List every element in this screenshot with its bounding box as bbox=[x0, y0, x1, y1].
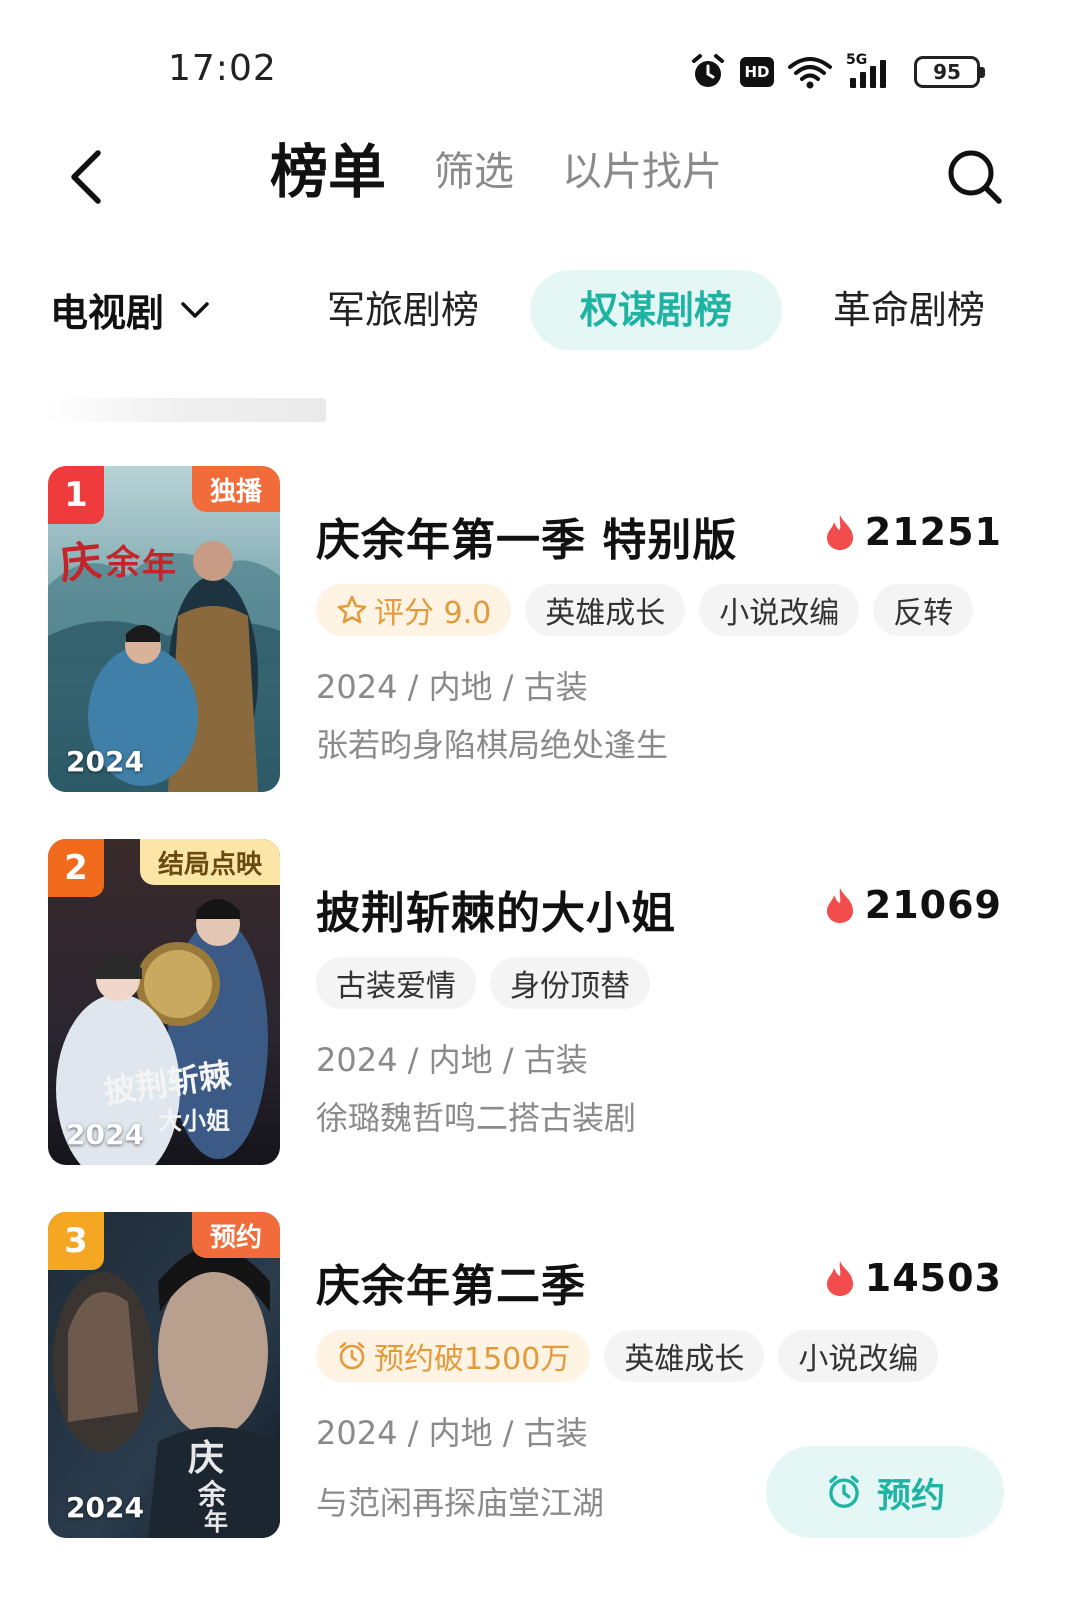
alarm-icon bbox=[690, 53, 726, 91]
list-item[interactable]: 庆 余 年 1 独播 2024 庆余年第一季 特别版 21251 评分 9.0 … bbox=[0, 466, 1080, 796]
poster-year: 2024 bbox=[66, 1491, 144, 1524]
heat-value: 14503 bbox=[864, 1256, 1002, 1300]
genre-tag[interactable]: 英雄成长 bbox=[604, 1330, 765, 1382]
svg-text:庆: 庆 bbox=[57, 536, 104, 589]
item-description: 徐璐魏哲鸣二搭古装剧 bbox=[316, 1099, 637, 1137]
heat-score: 14503 bbox=[825, 1256, 1002, 1300]
heat-value: 21251 bbox=[864, 510, 1002, 554]
svg-text:年: 年 bbox=[204, 1507, 228, 1536]
item-description: 与范闲再探庙堂江湖 bbox=[316, 1484, 605, 1522]
item-meta: 2024 / 内地 / 古装 bbox=[316, 668, 588, 706]
category-row: 电视剧 军旅剧榜 权谋剧榜 革命剧榜 bbox=[0, 262, 1080, 358]
search-button[interactable] bbox=[940, 142, 1010, 212]
list-item[interactable]: 披荆斩棘 大小姐 2 结局点映 2024 披荆斩棘的大小姐 21069 古装爱情… bbox=[0, 839, 1080, 1169]
category-tab-revolution[interactable]: 革命剧榜 bbox=[814, 270, 1004, 350]
tag-list: 预约破1500万 英雄成长 小说改编 bbox=[316, 1330, 939, 1382]
tag-list: 古装爱情 身份顶替 bbox=[316, 957, 650, 1009]
nav-tabs: 榜单 筛选 以片找片 bbox=[270, 136, 722, 208]
battery-icon: 95 bbox=[914, 56, 985, 88]
genre-tag[interactable]: 英雄成长 bbox=[525, 584, 686, 636]
item-meta: 2024 / 内地 / 古装 bbox=[316, 1041, 588, 1079]
genre-tag[interactable]: 身份顶替 bbox=[490, 957, 650, 1009]
category-dropdown-label: 电视剧 bbox=[50, 291, 165, 335]
tab-filter[interactable]: 筛选 bbox=[434, 136, 514, 208]
status-icons: HD 5G 95 bbox=[690, 50, 985, 94]
svg-text:年: 年 bbox=[142, 547, 176, 587]
genre-tag[interactable]: 古装爱情 bbox=[316, 957, 476, 1009]
finale-screening-badge: 结局点映 bbox=[139, 839, 280, 885]
tab-find-by-film[interactable]: 以片找片 bbox=[562, 136, 722, 208]
svg-text:余: 余 bbox=[105, 543, 141, 583]
svg-text:大小姐: 大小姐 bbox=[158, 1106, 230, 1135]
hd-icon: HD bbox=[740, 57, 774, 87]
item-description: 张若昀身陷棋局绝处逢生 bbox=[316, 726, 669, 764]
flame-icon bbox=[826, 1261, 853, 1296]
heat-score: 21069 bbox=[825, 883, 1002, 927]
wifi-icon bbox=[788, 55, 832, 89]
tab-ranking[interactable]: 榜单 bbox=[270, 136, 386, 208]
genre-tag[interactable]: 小说改编 bbox=[699, 584, 860, 636]
item-title[interactable]: 庆余年第一季 特别版 bbox=[316, 504, 737, 568]
rank-badge: 3 bbox=[48, 1212, 104, 1270]
scroll-fade-strip bbox=[44, 398, 326, 422]
chevron-left-icon bbox=[71, 150, 101, 204]
item-title[interactable]: 披荆斩棘的大小姐 bbox=[316, 877, 676, 941]
star-icon bbox=[337, 595, 367, 624]
item-title[interactable]: 庆余年第二季 bbox=[316, 1250, 586, 1314]
back-button[interactable] bbox=[56, 142, 116, 212]
flame-icon bbox=[826, 515, 853, 550]
poster-image[interactable]: 庆 余 年 1 独播 2024 bbox=[48, 466, 280, 792]
poster-image[interactable]: 披荆斩棘 大小姐 2 结局点映 2024 bbox=[48, 839, 280, 1165]
flame-icon bbox=[826, 888, 853, 923]
rank-badge: 2 bbox=[48, 839, 104, 897]
genre-tag[interactable]: 反转 bbox=[873, 584, 974, 636]
clock-icon bbox=[339, 1342, 365, 1370]
search-icon bbox=[948, 150, 1002, 204]
category-tab-military[interactable]: 军旅剧榜 bbox=[310, 270, 496, 350]
heat-value: 21069 bbox=[864, 883, 1002, 927]
5g-signal-icon: 5G bbox=[846, 52, 900, 92]
tag-list: 评分 9.0 英雄成长 小说改编 反转 bbox=[316, 584, 974, 636]
alarm-clock-icon bbox=[829, 1475, 859, 1508]
exclusive-badge: 独播 bbox=[191, 466, 280, 512]
rating-tag[interactable]: 评分 9.0 bbox=[316, 584, 512, 636]
top-nav: 榜单 筛选 以片找片 bbox=[0, 120, 1080, 240]
category-dropdown[interactable]: 电视剧 bbox=[50, 282, 210, 337]
reservation-count-tag[interactable]: 预约破1500万 bbox=[316, 1330, 591, 1382]
rating-tag-label: 评分 9.0 bbox=[374, 596, 492, 631]
chevron-down-icon bbox=[181, 301, 209, 318]
heat-score: 21251 bbox=[825, 510, 1002, 554]
status-bar: 17:02 HD 5G 95 bbox=[0, 0, 1080, 120]
status-time: 17:02 bbox=[168, 48, 277, 89]
reservation-count-label: 预约破1500万 bbox=[374, 1342, 571, 1377]
reserve-button[interactable]: 预约 bbox=[766, 1446, 1004, 1538]
poster-year: 2024 bbox=[66, 1118, 144, 1151]
rank-badge: 1 bbox=[48, 466, 104, 524]
poster-image[interactable]: 庆 余 年 3 预约 2024 bbox=[48, 1212, 280, 1538]
genre-tag[interactable]: 小说改编 bbox=[778, 1330, 939, 1382]
poster-year: 2024 bbox=[66, 745, 144, 778]
category-tab-power-struggle[interactable]: 权谋剧榜 bbox=[530, 270, 782, 350]
reserve-button-label: 预约 bbox=[877, 1475, 945, 1516]
svg-text:庆: 庆 bbox=[188, 1437, 224, 1479]
item-meta: 2024 / 内地 / 古装 bbox=[316, 1414, 588, 1452]
reserve-badge: 预约 bbox=[191, 1212, 280, 1258]
